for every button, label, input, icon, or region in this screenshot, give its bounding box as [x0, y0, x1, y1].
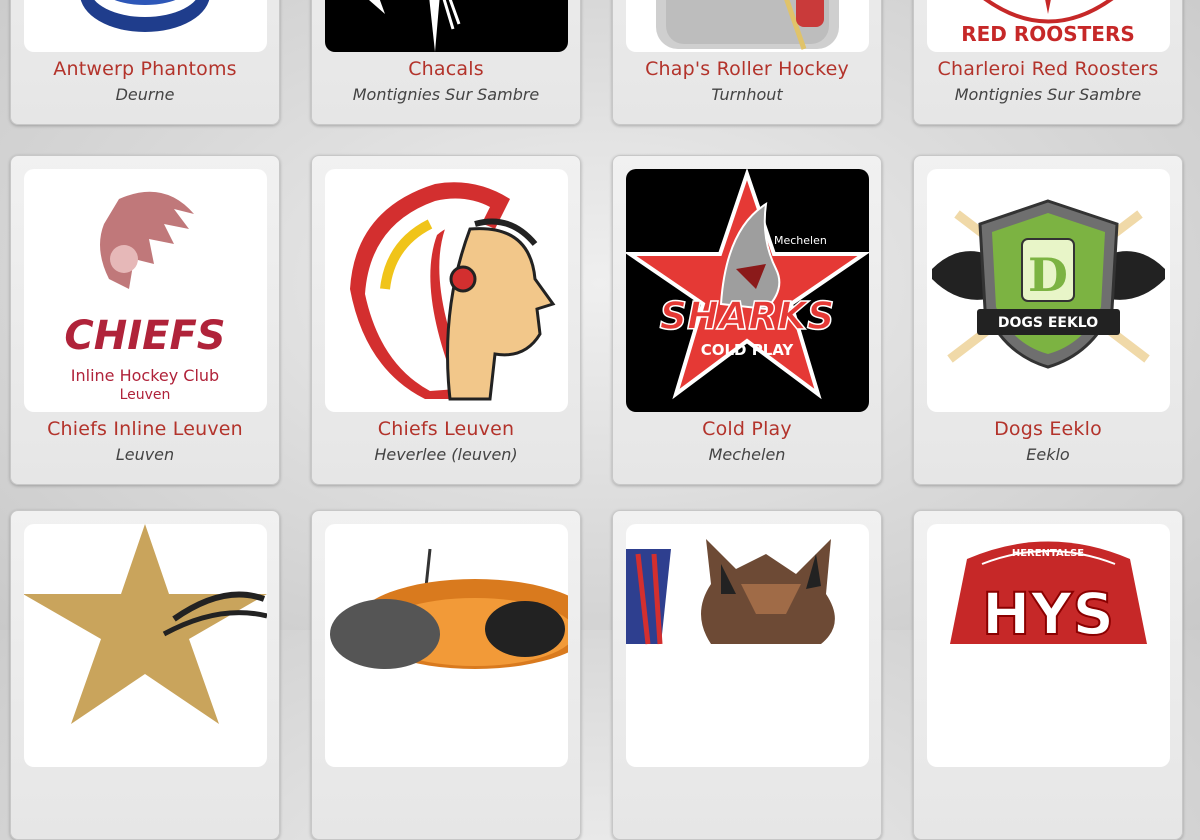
team-city: Eeklo	[1026, 445, 1070, 464]
team-card[interactable]: RED ROOSTERS Charleroi Red Roosters Mont…	[913, 0, 1183, 125]
team-name[interactable]: Charleroi Red Roosters	[914, 58, 1182, 80]
team-card[interactable]	[311, 510, 581, 840]
team-name[interactable]: Chiefs Leuven	[312, 418, 580, 440]
hys-logo-text: HYS	[982, 580, 1114, 648]
hys-logo-subtext: HERENTALSE	[1012, 548, 1084, 559]
dogs-logo-letter: D	[1028, 248, 1068, 302]
dogs-eeklo-logo[interactable]: D DOGS EEKLO	[927, 169, 1170, 412]
team-city: Montignies Sur Sambre	[954, 85, 1142, 104]
chacals-logo[interactable]	[325, 0, 568, 52]
chiefs-inline-leuven-logo[interactable]: CHIEFS Inline Hockey Club Leuven	[24, 169, 267, 412]
charleroi-red-roosters-logo[interactable]: RED ROOSTERS	[927, 0, 1170, 52]
team-card[interactable]: Antwerp Phantoms Deurne	[10, 0, 280, 125]
team-card[interactable]: Chiefs Leuven Heverlee (leuven)	[311, 155, 581, 485]
team-card[interactable]: Chacals Montignies Sur Sambre	[311, 0, 581, 125]
chaps-roller-hockey-logo[interactable]	[626, 0, 869, 52]
team-name[interactable]: Chacals	[312, 58, 580, 80]
team-card[interactable]: HERENTALSE HYS	[913, 510, 1183, 840]
chiefs-logo-subtext: Inline Hockey Club	[71, 366, 219, 385]
coyote-team-logo[interactable]	[626, 524, 869, 767]
team-card[interactable]	[10, 510, 280, 840]
team-city: Leuven	[115, 445, 175, 464]
team-card[interactable]: CHIEFS Inline Hockey Club Leuven Chiefs …	[10, 155, 280, 485]
chiefs-logo-city: Leuven	[120, 387, 171, 403]
team-card[interactable]: D DOGS EEKLO Dogs Eeklo Eeklo	[913, 155, 1183, 485]
team-card[interactable]: Chap's Roller Hockey Turnhout	[612, 0, 882, 125]
team-name[interactable]: Cold Play	[613, 418, 881, 440]
team-city: Montignies Sur Sambre	[352, 85, 540, 104]
roosters-logo-text: RED ROOSTERS	[961, 22, 1135, 46]
team-name[interactable]: Chiefs Inline Leuven	[11, 418, 279, 440]
team-name[interactable]: Antwerp Phantoms	[11, 58, 279, 80]
team-name[interactable]: Chap's Roller Hockey	[613, 58, 881, 80]
orange-team-logo[interactable]	[325, 524, 568, 767]
herentalse-hys-logo[interactable]: HERENTALSE HYS	[927, 524, 1170, 767]
sharks-logo-city: Mechelen	[774, 234, 827, 247]
team-city: Turnhout	[711, 85, 783, 104]
chiefs-leuven-logo[interactable]	[325, 169, 568, 412]
team-card[interactable]: Mechelen SHARKS COLD PLAY Cold Play Mech…	[612, 155, 882, 485]
antwerp-phantoms-logo[interactable]	[24, 0, 267, 52]
dogs-logo-text: DOGS EEKLO	[998, 315, 1098, 331]
team-card[interactable]	[612, 510, 882, 840]
sharks-logo-text: SHARKS	[660, 294, 835, 338]
star-team-logo[interactable]	[24, 524, 267, 767]
sharks-logo-subtext: COLD PLAY	[701, 341, 795, 359]
team-city: Deurne	[115, 85, 175, 104]
team-city: Mechelen	[708, 445, 786, 464]
team-name[interactable]: Dogs Eeklo	[914, 418, 1182, 440]
chiefs-logo-text: CHIEFS	[64, 313, 225, 359]
team-city: Heverlee (leuven)	[374, 445, 518, 464]
cold-play-sharks-logo[interactable]: Mechelen SHARKS COLD PLAY	[626, 169, 869, 412]
